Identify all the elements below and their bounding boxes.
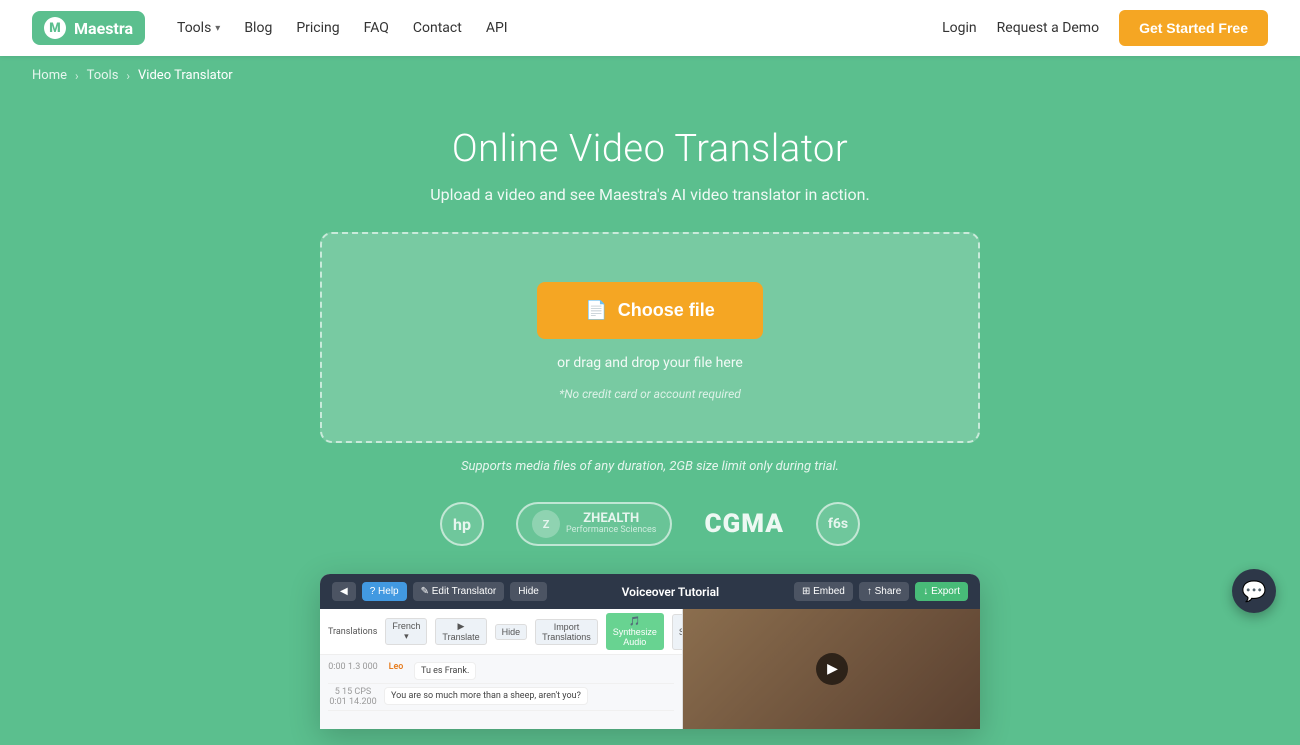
nav-pricing[interactable]: Pricing — [296, 20, 339, 36]
preview-export-btn[interactable]: ↓ Export — [915, 582, 968, 601]
request-demo-link[interactable]: Request a Demo — [997, 20, 1099, 36]
breadcrumb-home[interactable]: Home — [32, 68, 67, 83]
preview-play-button[interactable]: ▶ — [816, 653, 848, 685]
choose-file-button[interactable]: 📄 Choose file — [537, 282, 762, 339]
nav-tools[interactable]: Tools ▾ — [177, 20, 220, 36]
login-link[interactable]: Login — [942, 20, 977, 36]
page-title: Online Video Translator — [20, 127, 1280, 171]
preview-sub-toolbar: Translations French ▾ ▶ Translate Hide I… — [320, 609, 682, 655]
zhealth-logo: Z ZHEALTH Performance Sciences — [516, 502, 672, 546]
no-credit-text: *No credit card or account required — [559, 387, 741, 401]
chat-widget[interactable]: 💬 — [1232, 569, 1276, 613]
nav-faq[interactable]: FAQ — [364, 20, 389, 36]
breadcrumb-current: Video Translator — [138, 68, 233, 83]
get-started-button[interactable]: Get Started Free — [1119, 10, 1268, 46]
logo-text: Maestra — [74, 19, 133, 38]
preview-rows: 0:00 1.3 000 Leo Tu es Frank. 5 15 CPS 0… — [320, 655, 682, 715]
preview-hide-btn[interactable]: Hide — [510, 582, 547, 601]
navigation: M Maestra Tools ▾ Blog Pricing FAQ Conta… — [0, 0, 1300, 56]
file-icon: 📄 — [585, 300, 607, 321]
zhealth-icon: Z — [532, 510, 560, 538]
upload-dropzone[interactable]: 📄 Choose file or drag and drop your file… — [320, 232, 980, 443]
preview-body: Translations French ▾ ▶ Translate Hide I… — [320, 609, 980, 729]
preview-hide-subs-btn[interactable]: Hide — [495, 624, 528, 640]
preview-back-btn[interactable]: ◀ — [332, 582, 356, 601]
preview-edit-btn[interactable]: ✎ Edit Translator — [413, 582, 505, 601]
preview-synth-btn[interactable]: 🎵 Synthesize Audio — [606, 613, 664, 650]
preview-share-btn[interactable]: ↑ Share — [859, 582, 909, 601]
preview-speaker-btn[interactable]: Edit Speaker Names — [672, 614, 683, 650]
breadcrumb-sep-1: › — [75, 69, 79, 83]
chat-icon: 💬 — [1242, 579, 1267, 603]
partner-logos: hp Z ZHEALTH Performance Sciences CGMA f… — [20, 502, 1280, 546]
table-row: 5 15 CPS 0:01 14.200 You are so much mor… — [328, 684, 674, 711]
preview-embed-btn[interactable]: ⊞ Embed — [794, 582, 853, 601]
chevron-down-icon: ▾ — [215, 23, 220, 34]
logo[interactable]: M Maestra — [32, 11, 145, 45]
f6s-logo: f6s — [816, 502, 860, 546]
nav-right: Login Request a Demo Get Started Free — [942, 10, 1268, 46]
breadcrumb: Home › Tools › Video Translator — [0, 56, 1300, 95]
logo-icon: M — [44, 17, 66, 39]
preview-import-btn[interactable]: Import Translations — [535, 619, 598, 645]
breadcrumb-sep-2: › — [126, 69, 130, 83]
hero-subtitle: Upload a video and see Maestra's AI vide… — [20, 185, 1280, 204]
app-preview: ◀ ? Help ✎ Edit Translator Hide Voiceove… — [320, 574, 980, 729]
supports-text: Supports media files of any duration, 2G… — [20, 459, 1280, 474]
nav-left: M Maestra Tools ▾ Blog Pricing FAQ Conta… — [32, 11, 508, 45]
play-icon: ▶ — [827, 661, 838, 677]
table-row: 0:00 1.3 000 Leo Tu es Frank. — [328, 659, 674, 684]
drag-drop-text: or drag and drop your file here — [557, 355, 743, 371]
cgma-logo: CGMA — [704, 509, 784, 539]
preview-left-panel: Translations French ▾ ▶ Translate Hide I… — [320, 609, 683, 729]
preview-video-panel: ▶ — [683, 609, 980, 729]
nav-blog[interactable]: Blog — [244, 20, 272, 36]
preview-translate-btn[interactable]: ▶ Translate — [435, 618, 486, 645]
nav-api[interactable]: API — [486, 20, 508, 36]
preview-toolbar: ◀ ? Help ✎ Edit Translator Hide Voiceove… — [320, 574, 980, 609]
hp-logo: hp — [440, 502, 484, 546]
preview-title: Voiceover Tutorial — [622, 585, 720, 599]
hero-section: Online Video Translator Upload a video a… — [0, 95, 1300, 745]
preview-help-btn[interactable]: ? Help — [362, 582, 407, 601]
preview-french-btn[interactable]: French ▾ — [385, 618, 427, 645]
breadcrumb-tools[interactable]: Tools — [87, 68, 119, 83]
nav-contact[interactable]: Contact — [413, 20, 462, 36]
preview-video-bg: ▶ — [683, 609, 980, 729]
nav-links: Tools ▾ Blog Pricing FAQ Contact API — [177, 20, 508, 36]
